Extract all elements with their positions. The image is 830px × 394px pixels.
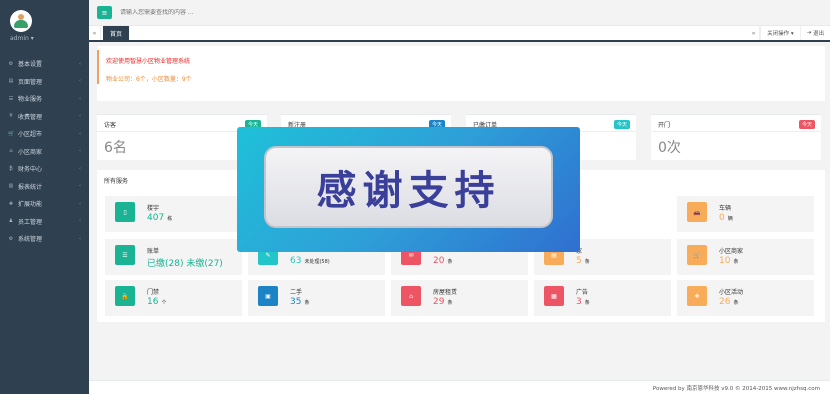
sidebar-item[interactable]: ⌂ 小区商家 ‹ <box>0 143 89 161</box>
welcome-summary: 物业公司：6个，小区数量：9个 <box>106 76 192 83</box>
services-title: 所有服务 <box>104 178 129 185</box>
sidebar-item-label: 收费管理 <box>18 113 43 121</box>
sidebar-item-label: 财务中心 <box>18 166 43 174</box>
menu-toggle-button[interactable]: ≡ <box>97 6 112 19</box>
exit-button[interactable]: ⇥ 退出 <box>799 26 830 40</box>
car-icon: 🚗 <box>687 202 707 222</box>
chevron-left-icon: ‹ <box>79 200 81 207</box>
service-tile[interactable]: ✚ 小区活动 26 条 <box>677 280 814 316</box>
sidebar-item[interactable]: ₿ 财务中心 ‹ <box>0 160 89 178</box>
sidebar-item-label: 员工管理 <box>18 218 43 226</box>
sidebar-item-label: 物业服务 <box>18 96 43 104</box>
bill-icon: ☰ <box>115 245 135 265</box>
chevron-left-icon: ‹ <box>79 148 81 155</box>
chevron-left-icon: ‹ <box>79 113 81 120</box>
service-tile[interactable]: ☰ 账单 已缴(28) 未缴(27) <box>105 239 242 275</box>
sidebar-item[interactable]: ¥ 收费管理 ‹ <box>0 108 89 126</box>
close-operations-dropdown[interactable]: 关闭操作 ▾ <box>760 26 800 40</box>
gift-icon: ✚ <box>687 286 707 306</box>
sidebar-item-label: 小区超市 <box>18 131 43 139</box>
sidebar-nav: ⚙ 基本设置 ‹ ▤ 页面管理 ‹ ☰ 物业服务 ‹ ¥ 收费管理 ‹ 🛒 小区超市 ‹ ⌂ 小区商家 ‹ ₿ 财务中… <box>0 55 89 248</box>
fee-icon: ¥ <box>9 113 13 120</box>
sidebar-item[interactable]: ▤ 页面管理 ‹ <box>0 73 89 91</box>
tab-scroll-left-button[interactable]: « <box>89 26 101 40</box>
service-tile[interactable]: ▣ 二手 35 条 <box>248 280 385 316</box>
username-dropdown[interactable]: admin ▾ <box>10 35 89 42</box>
system-icon: ⚙ <box>8 235 14 242</box>
chevron-left-icon: ‹ <box>79 165 81 172</box>
tab-bar: « 首页 » 关闭操作 ▾ ⇥ 退出 <box>89 26 830 42</box>
service-icon: ☰ <box>8 95 14 102</box>
thank-you-popup[interactable]: 感谢支持 <box>237 127 580 252</box>
sidebar-item[interactable]: ▥ 报表统计 ‹ <box>0 178 89 196</box>
double-chevron-left-icon: « <box>92 29 97 37</box>
chevron-left-icon: ‹ <box>79 218 81 225</box>
chevron-left-icon: ‹ <box>79 183 81 190</box>
box-icon: ▣ <box>258 286 278 306</box>
welcome-panel: 欢迎使用智慧小区物业管理系统 物业公司：6个，小区数量：9个 <box>97 46 825 101</box>
building-icon: ▯ <box>115 202 135 222</box>
service-tile[interactable]: ▯ 楼宇 407 栋 <box>105 196 242 232</box>
service-tile[interactable]: ▦ 广告 3 条 <box>534 280 671 316</box>
footer-copyright: Powered by 南京恩华科技 v9.0 © 2014-2015 www.n… <box>652 386 820 392</box>
sidebar-item[interactable]: ⚙ 基本设置 ‹ <box>0 55 89 73</box>
sidebar-item-label: 基本设置 <box>18 61 43 69</box>
popup-message: 感谢支持 <box>316 167 501 214</box>
welcome-message: 欢迎使用智慧小区物业管理系统 <box>106 58 191 65</box>
chevron-left-icon: ‹ <box>79 95 81 102</box>
chevron-left-icon: ‹ <box>79 130 81 137</box>
report-icon: ▥ <box>8 183 14 190</box>
sidebar-item-label: 小区商家 <box>18 148 43 156</box>
sidebar-item-label: 报表统计 <box>18 183 43 191</box>
hamburger-icon: ≡ <box>101 8 108 17</box>
house-icon: ⌂ <box>401 286 421 306</box>
stat-card-door-open: 开门 今天 0次 <box>651 114 821 160</box>
service-tile[interactable]: 🚗 车辆 0 辆 <box>677 196 814 232</box>
search-input[interactable] <box>120 9 420 16</box>
staff-icon: ♟ <box>8 218 14 225</box>
sidebar-item[interactable]: ☰ 物业服务 ‹ <box>0 90 89 108</box>
extend-icon: ✚ <box>8 200 14 207</box>
service-tile[interactable]: 🛒 小区商家 10 条 <box>677 239 814 275</box>
top-bar: ≡ <box>89 0 830 26</box>
chevron-left-icon: ‹ <box>79 60 81 67</box>
sidebar-item[interactable]: ✚ 扩展功能 ‹ <box>0 195 89 213</box>
chevron-left-icon: ‹ <box>79 78 81 85</box>
sidebar-item[interactable]: ♟ 员工管理 ‹ <box>0 213 89 231</box>
avatar[interactable] <box>10 10 32 32</box>
cart-icon: 🛒 <box>8 130 15 137</box>
sidebar: admin ▾ ⚙ 基本设置 ‹ ▤ 页面管理 ‹ ☰ 物业服务 ‹ ¥ 收费管理 ‹ 🛒 小区超市 ‹ ⌂ 小… <box>0 0 89 394</box>
sidebar-item[interactable]: 🛒 小区超市 ‹ <box>0 125 89 143</box>
sidebar-item-label: 页面管理 <box>18 78 43 86</box>
service-tile[interactable]: ⌂ 房屋租赁 29 条 <box>391 280 528 316</box>
sidebar-item-label: 扩展功能 <box>18 201 43 209</box>
sidebar-item[interactable]: ⚙ 系统管理 ‹ <box>0 230 89 248</box>
tab-scroll-right-button[interactable]: » <box>748 26 761 40</box>
ad-icon: ▦ <box>544 286 564 306</box>
gear-icon: ⚙ <box>8 60 14 67</box>
service-tile[interactable]: 🔒 门禁 16 个 <box>105 280 242 316</box>
profile: admin ▾ <box>0 0 89 55</box>
merchant-icon: 🛒 <box>687 245 707 265</box>
sidebar-item-label: 系统管理 <box>18 236 43 244</box>
page-icon: ▤ <box>8 78 14 85</box>
status-badge: 今天 <box>613 120 630 129</box>
finance-icon: ₿ <box>9 165 13 172</box>
status-badge: 今天 <box>798 120 815 129</box>
lock-icon: 🔒 <box>115 286 135 306</box>
chevron-left-icon: ‹ <box>79 235 81 242</box>
tab-home[interactable]: 首页 <box>103 26 130 40</box>
footer: Powered by 南京恩华科技 v9.0 © 2014-2015 www.n… <box>89 380 830 394</box>
shop-icon: ⌂ <box>9 148 13 155</box>
double-chevron-right-icon: » <box>751 29 756 37</box>
